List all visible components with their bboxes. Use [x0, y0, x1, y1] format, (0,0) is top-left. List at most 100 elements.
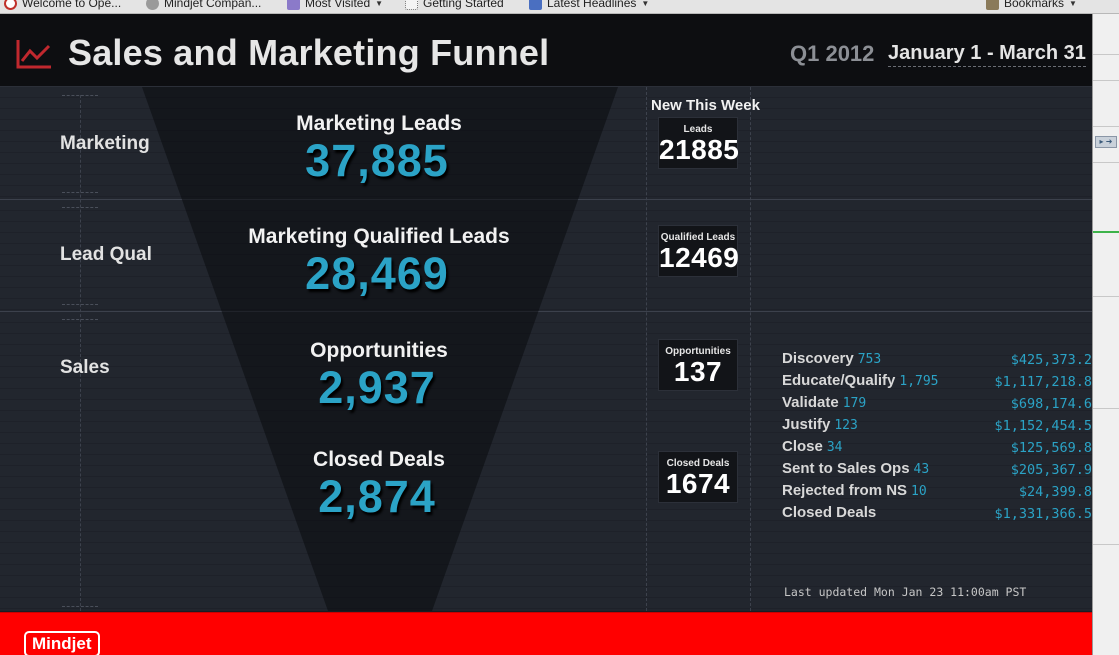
divider	[1093, 80, 1119, 81]
bookmark-welcome[interactable]: Welcome to Ope...	[4, 0, 121, 11]
new-this-week-title: New This Week	[651, 97, 760, 114]
stage-count: 34	[826, 440, 843, 455]
marketing-leads-value: 37,885	[305, 135, 449, 186]
row-label-sales: Sales	[60, 357, 110, 378]
stage-amount: $1,117,218.8	[994, 374, 1092, 390]
bookmarks-icon	[986, 0, 999, 10]
stage-amount: $698,174.6	[1010, 396, 1092, 412]
bookmark-label: Most Visited	[305, 0, 371, 10]
stage-row: Validate 179 $698,174.6	[782, 394, 1092, 416]
chevron-down-icon: ▼	[641, 0, 650, 8]
dashboard-header: Sales and Marketing Funnel Q1 2012 Janua…	[0, 14, 1092, 87]
marketing-leads-label: Marketing Leads	[296, 112, 462, 135]
globe-icon	[146, 0, 159, 10]
funnel-bands: Marketing Lead Qual Sales Marketing Lead…	[0, 87, 1092, 611]
mindjet-logo[interactable]: Mindjet	[24, 631, 100, 655]
qualified-leads-label: Marketing Qualified Leads	[248, 225, 510, 248]
bookmark-label: Getting Started	[423, 0, 504, 10]
bookmark-getting-started[interactable]: Getting Started	[405, 0, 504, 11]
forward-arrow-icon[interactable]: ▸ ➜	[1095, 136, 1117, 148]
stage-name: Educate/Qualify	[782, 372, 896, 389]
rss-icon	[529, 0, 542, 10]
stage-row: Educate/Qualify 1,795 $1,117,218.8	[782, 372, 1092, 394]
page-title: Sales and Marketing Funnel	[68, 32, 550, 73]
divider	[750, 87, 751, 611]
opportunities-value: 2,937	[318, 362, 436, 413]
divider	[62, 319, 98, 320]
date-range[interactable]: January 1 - March 31	[888, 42, 1086, 67]
stage-amount: $24,399.8	[1018, 484, 1092, 500]
new-opportunities-value: 137	[673, 356, 723, 387]
adjacent-window: ▸ ➜	[1092, 14, 1119, 655]
closed-deals-value: 2,874	[318, 471, 436, 522]
divider	[1093, 296, 1119, 297]
dashboard: Sales and Marketing Funnel Q1 2012 Janua…	[0, 14, 1092, 655]
row-label-lead-qual: Lead Qual	[60, 244, 152, 265]
stage-row: Close 34 $125,569.8	[782, 438, 1092, 460]
chevron-down-icon: ▼	[375, 0, 384, 8]
divider	[62, 207, 98, 208]
stage-amount: $1,152,454.5	[994, 418, 1092, 434]
new-opportunities-card: Opportunities 137	[658, 339, 738, 391]
divider	[1093, 544, 1119, 545]
divider	[646, 87, 647, 611]
stage-row: Sent to Sales Ops 43 $205,367.9	[782, 460, 1092, 482]
stage-name: Rejected from NS	[782, 482, 908, 499]
qualified-leads-value: 28,469	[305, 248, 449, 299]
opera-icon	[4, 0, 17, 10]
bookmarks-toolbar: Welcome to Ope... Mindjet Compan... Most…	[0, 0, 1119, 14]
closed-deals-label: Closed Deals	[313, 448, 445, 471]
row-label-marketing: Marketing	[60, 133, 150, 154]
stage-count: 1,795	[899, 374, 939, 389]
stage-count: 43	[913, 462, 930, 477]
bookmark-latest-headlines[interactable]: Latest Headlines ▼	[529, 0, 649, 11]
divider	[1093, 126, 1119, 127]
stage-name: Sent to Sales Ops	[782, 460, 910, 477]
divider	[1093, 54, 1119, 55]
divider	[1093, 162, 1119, 163]
stage-row: Justify 123 $1,152,454.5	[782, 416, 1092, 438]
stage-amount: $425,373.2	[1010, 352, 1092, 368]
divider	[1093, 408, 1119, 409]
new-closed-deals-value: 1674	[665, 468, 731, 499]
bookmark-label: Bookmarks	[1004, 0, 1065, 10]
bookmark-most-visited[interactable]: Most Visited ▼	[287, 0, 383, 11]
bookmark-label: Mindjet Compan...	[164, 0, 262, 10]
bookmark-mindjet-company[interactable]: Mindjet Compan...	[146, 0, 261, 11]
bookmark-bookmarks-menu[interactable]: Bookmarks ▼	[986, 0, 1077, 11]
line-chart-icon	[16, 40, 51, 69]
bookmark-label: Welcome to Ope...	[22, 0, 122, 10]
stage-name: Validate	[782, 394, 839, 411]
divider	[62, 95, 98, 96]
stage-name: Close	[782, 438, 823, 455]
page-icon	[405, 0, 418, 10]
stage-amount: $125,569.8	[1010, 440, 1092, 456]
stage-name: Closed Deals	[782, 504, 877, 521]
stage-count: 179	[842, 396, 867, 411]
divider	[80, 95, 81, 611]
stage-count: 753	[857, 352, 882, 367]
new-qualified-leads-card: Qualified Leads 12469	[658, 225, 739, 277]
new-leads-value: 21885	[659, 134, 740, 165]
new-leads-card: Leads 21885	[658, 117, 740, 169]
last-updated-text: Last updated Mon Jan 23 11:00am PST	[784, 585, 1027, 599]
stage-count: 10	[911, 484, 927, 499]
stage-count: 123	[834, 418, 858, 433]
quarter-label: Q1 2012	[790, 41, 875, 66]
stage-row: Discovery 753 $425,373.2	[782, 350, 1092, 372]
stage-name: Discovery	[782, 350, 854, 367]
divider	[62, 304, 98, 305]
stage-amount: $205,367.9	[1010, 462, 1092, 478]
folder-icon	[287, 0, 300, 10]
footer-bar: Mindjet	[0, 612, 1092, 655]
divider	[62, 192, 98, 193]
stage-row: Rejected from NS 10 $24,399.8	[782, 482, 1092, 504]
divider	[1093, 231, 1119, 233]
divider	[62, 606, 98, 607]
chevron-down-icon: ▼	[1069, 0, 1077, 8]
opportunities-label: Opportunities	[310, 339, 448, 362]
bookmark-label: Latest Headlines	[547, 0, 637, 10]
stage-name: Justify	[782, 416, 831, 433]
stage-amount: $1,331,366.5	[994, 506, 1092, 522]
stage-row: Closed Deals $1,331,366.5	[782, 504, 1092, 526]
